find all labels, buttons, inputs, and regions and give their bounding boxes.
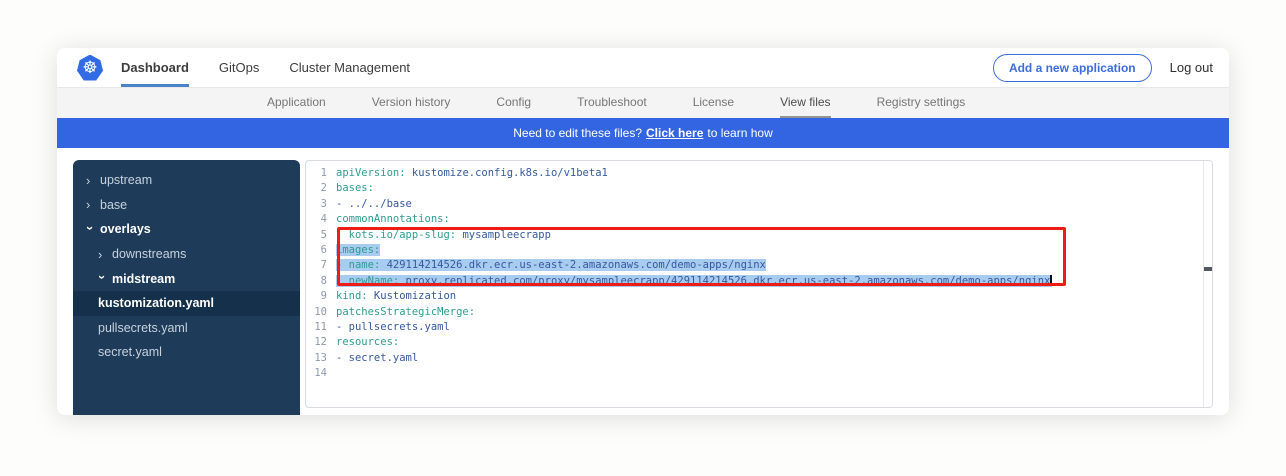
code-line[interactable]: 3- ../../base xyxy=(306,197,1201,212)
tree-item-label: upstream xyxy=(100,173,152,187)
code-line[interactable]: 8 newName: proxy.replicated.com/proxy/my… xyxy=(306,274,1201,289)
chevron-down-icon: › xyxy=(84,226,97,235)
code-line[interactable]: 9kind: Kustomization xyxy=(306,289,1201,304)
code-line[interactable]: 2bases: xyxy=(306,181,1201,196)
line-number: 10 xyxy=(306,305,336,320)
code-line[interactable]: 7- name: 429114214526.dkr.ecr.us-east-2.… xyxy=(306,258,1201,273)
file-tree-sidebar: ›upstream›base›overlays›downstreams›mids… xyxy=(73,160,300,415)
tree-item-label: base xyxy=(100,198,127,212)
code-line[interactable]: 4commonAnnotations: xyxy=(306,212,1201,227)
line-content: - secret.yaml xyxy=(336,351,418,366)
line-content: - ../../base xyxy=(336,197,412,212)
line-number: 14 xyxy=(306,366,336,381)
chevron-down-icon: › xyxy=(96,275,109,284)
code-line[interactable]: 12resources: xyxy=(306,335,1201,350)
tree-item-label: pullsecrets.yaml xyxy=(98,321,188,335)
line-number: 12 xyxy=(306,335,336,350)
chevron-right-icon: › xyxy=(98,248,107,261)
line-content: kind: Kustomization xyxy=(336,289,456,304)
secondary-tab-registry-settings[interactable]: Registry settings xyxy=(877,88,966,118)
banner-text-prefix: Need to edit these files? xyxy=(513,126,642,140)
chevron-right-icon: › xyxy=(86,198,95,211)
add-new-application-button[interactable]: Add a new application xyxy=(993,54,1152,82)
code-line[interactable]: 1apiVersion: kustomize.config.k8s.io/v1b… xyxy=(306,166,1201,181)
tree-item-label: downstreams xyxy=(112,247,186,261)
file-item-secret-yaml[interactable]: secret.yaml xyxy=(73,340,300,365)
primary-tab-dashboard[interactable]: Dashboard xyxy=(121,48,189,87)
code-area[interactable]: 1apiVersion: kustomize.config.k8s.io/v1b… xyxy=(306,166,1201,381)
line-number: 2 xyxy=(306,181,336,196)
line-content: - pullsecrets.yaml xyxy=(336,320,450,335)
folder-item-midstream[interactable]: ›midstream xyxy=(73,266,300,291)
folder-item-upstream[interactable]: › upstream xyxy=(73,168,300,193)
primary-tab-cluster-management[interactable]: Cluster Management xyxy=(289,48,410,87)
chevron-right-icon: › xyxy=(86,174,95,187)
line-number: 7 xyxy=(306,258,336,273)
banner-text-suffix: to learn how xyxy=(707,126,772,140)
secondary-tab-license[interactable]: License xyxy=(693,88,734,118)
line-content: patchesStrategicMerge: xyxy=(336,305,475,320)
code-line[interactable]: 13- secret.yaml xyxy=(306,351,1201,366)
top-nav-bar: ☸ Dashboard GitOps Cluster Management Add … xyxy=(57,48,1229,88)
secondary-tabs: Application Version history Config Troubles… xyxy=(57,88,1229,118)
tree-item-label: secret.yaml xyxy=(98,345,162,359)
top-nav-spacer xyxy=(410,48,993,87)
folder-item-downstreams[interactable]: › downstreams xyxy=(73,242,300,267)
secondary-tab-troubleshoot[interactable]: Troubleshoot xyxy=(577,88,647,118)
line-content: resources: xyxy=(336,335,399,350)
view-files-content: ›upstream›base›overlays›downstreams›mids… xyxy=(57,148,1229,415)
click-here-link[interactable]: Click here xyxy=(646,126,703,140)
primary-tab-gitops[interactable]: GitOps xyxy=(219,48,259,87)
secondary-tab-view-files[interactable]: View files xyxy=(780,88,830,118)
code-line[interactable]: 11- pullsecrets.yaml xyxy=(306,320,1201,335)
line-content: commonAnnotations: xyxy=(336,212,450,227)
line-number: 4 xyxy=(306,212,336,227)
secondary-tab-application[interactable]: Application xyxy=(267,88,326,118)
line-number: 9 xyxy=(306,289,336,304)
kubernetes-logo-icon: ☸ xyxy=(77,55,103,81)
folder-item-overlays[interactable]: ›overlays xyxy=(73,217,300,242)
line-content: newName: proxy.replicated.com/proxy/mysa… xyxy=(336,274,1052,289)
line-content: apiVersion: kustomize.config.k8s.io/v1be… xyxy=(336,166,608,181)
line-content: - name: 429114214526.dkr.ecr.us-east-2.a… xyxy=(336,258,766,273)
tree-item-label: midstream xyxy=(112,272,175,286)
tree-item-label: kustomization.yaml xyxy=(98,296,214,310)
editor-scrollbar[interactable] xyxy=(1203,161,1213,407)
edit-files-banner: Need to edit these files? Click here to … xyxy=(57,118,1229,148)
line-content: bases: xyxy=(336,181,374,196)
line-number: 5 xyxy=(306,228,336,243)
line-number: 6 xyxy=(306,243,336,258)
code-line[interactable]: 5 kots.io/app-slug: mysampleecrapp xyxy=(306,228,1201,243)
file-item-pullsecrets-yaml[interactable]: pullsecrets.yaml xyxy=(73,316,300,341)
code-line[interactable]: 6images: xyxy=(306,243,1201,258)
text-cursor xyxy=(1050,275,1052,286)
primary-tabs: Dashboard GitOps Cluster Management xyxy=(121,48,410,87)
secondary-tab-config[interactable]: Config xyxy=(496,88,531,118)
line-number: 1 xyxy=(306,166,336,181)
line-number: 3 xyxy=(306,197,336,212)
line-number: 8 xyxy=(306,274,336,289)
tree-item-label: overlays xyxy=(100,222,151,236)
logout-link[interactable]: Log out xyxy=(1170,60,1213,75)
code-line[interactable]: 14 xyxy=(306,366,1201,381)
code-line[interactable]: 10patchesStrategicMerge: xyxy=(306,305,1201,320)
scrollbar-thumb[interactable] xyxy=(1204,267,1213,271)
line-content: images: xyxy=(336,243,380,258)
secondary-tab-version-history[interactable]: Version history xyxy=(372,88,451,118)
file-item-kustomization-yaml[interactable]: kustomization.yaml xyxy=(73,291,300,316)
folder-item-base[interactable]: › base xyxy=(73,193,300,218)
yaml-file-editor[interactable]: 1apiVersion: kustomize.config.k8s.io/v1b… xyxy=(305,160,1213,408)
admin-console-window: ☸ Dashboard GitOps Cluster Management Add … xyxy=(57,48,1229,415)
line-content: kots.io/app-slug: mysampleecrapp xyxy=(336,228,551,243)
line-number: 11 xyxy=(306,320,336,335)
line-number: 13 xyxy=(306,351,336,366)
